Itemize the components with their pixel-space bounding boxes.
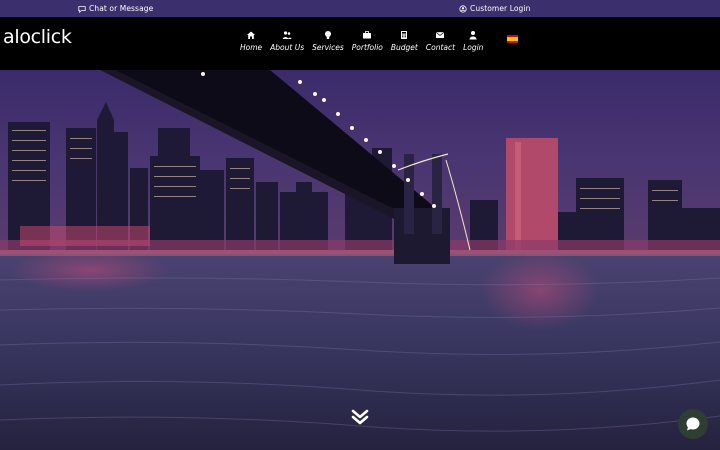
briefcase-icon <box>363 31 372 39</box>
top-bar: Chat or Message Customer Login <box>0 0 720 17</box>
nav-item-portfolio[interactable]: Portfolio <box>348 30 387 56</box>
nav-item-label: Budget <box>390 43 418 52</box>
chat-bubble-icon <box>686 417 700 431</box>
nav-item-label: Services <box>312 43 344 52</box>
chat-widget-button[interactable] <box>678 409 708 439</box>
nav-item-login[interactable]: Login <box>459 30 487 56</box>
main-nav: Home About Us Services Portfolio Budget … <box>236 30 487 56</box>
nav-item-services[interactable]: Services <box>308 30 348 56</box>
nav-item-label: Home <box>240 43 263 52</box>
comment-icon <box>78 5 86 13</box>
users-icon <box>282 31 292 39</box>
nav-item-contact[interactable]: Contact <box>422 30 459 56</box>
nav-item-label: Login <box>463 43 484 52</box>
home-icon <box>247 31 256 39</box>
calculator-icon <box>401 31 408 39</box>
scroll-down-icon[interactable] <box>351 409 369 425</box>
nav-item-about-us[interactable]: About Us <box>266 30 308 56</box>
lightbulb-icon <box>324 31 331 39</box>
nav-item-label: Contact <box>425 43 456 52</box>
user-icon <box>469 31 477 40</box>
logo-text: aloclick <box>3 26 72 48</box>
customer-login-label: Customer Login <box>470 4 531 13</box>
city-bridge-night-image <box>0 70 720 450</box>
envelope-icon <box>436 32 445 38</box>
user-circle-icon <box>459 4 467 13</box>
spain-flag-icon[interactable] <box>507 35 518 43</box>
chat-link[interactable]: Chat or Message <box>78 0 153 17</box>
site-logo[interactable]: aloclick <box>3 25 72 49</box>
nav-item-label: About Us <box>270 43 305 52</box>
nav-item-label: Portfolio <box>351 43 383 52</box>
customer-login-link[interactable]: Customer Login <box>459 0 530 17</box>
nav-item-budget[interactable]: Budget <box>387 30 422 56</box>
hero-banner <box>0 70 720 450</box>
main-navbar: aloclick Home About Us Services Portfoli… <box>0 17 720 70</box>
nav-item-home[interactable]: Home <box>236 30 266 56</box>
chat-label: Chat or Message <box>89 4 154 13</box>
